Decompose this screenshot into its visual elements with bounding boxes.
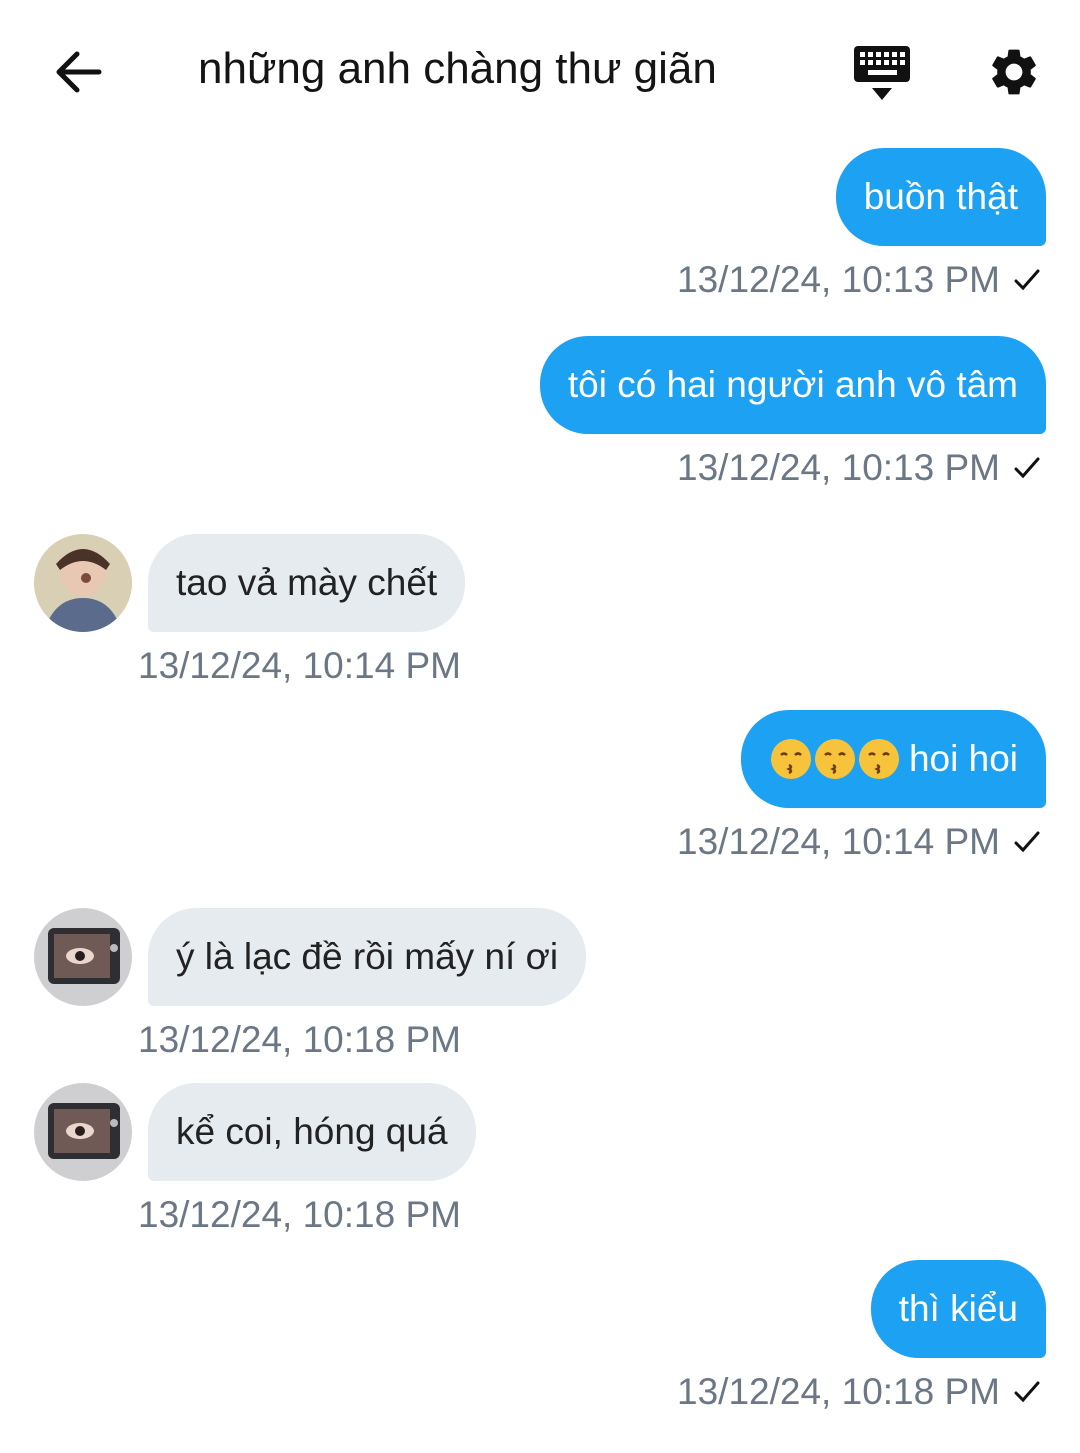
keyboard-icon <box>854 46 910 100</box>
checkmark-icon <box>1010 263 1044 297</box>
avatar[interactable] <box>34 1083 132 1181</box>
outgoing-message: tôi có hai người anh vô tâm 13/12/24, 10… <box>539 336 1046 490</box>
message-timestamp: 13/12/24, 10:18 PM <box>138 1019 461 1060</box>
message-text: hoi hoi <box>908 738 1018 779</box>
message-list[interactable]: buồn thật 13/12/24, 10:13 PM tôi có hai … <box>0 145 1080 1453</box>
conversation-title: những anh chàng thư giãn <box>198 44 717 93</box>
message-bubble[interactable]: tôi có hai người anh vô tâm <box>539 336 1046 434</box>
message-text: kể coi, hóng quá <box>176 1111 448 1152</box>
incoming-message: tao vả mày chết 13/12/24, 10:14 PM <box>34 534 466 688</box>
checkmark-icon <box>1010 451 1044 485</box>
message-bubble[interactable]: thì kiểu <box>870 1260 1046 1358</box>
message-bubble[interactable]: ý là lạc đề rồi mấy ní ơi <box>148 908 587 1006</box>
settings-button[interactable] <box>982 40 1046 104</box>
message-timestamp: 13/12/24, 10:18 PM <box>677 1371 1000 1412</box>
avatar[interactable] <box>34 908 132 1006</box>
outgoing-message: thì kiểu 13/12/24, 10:18 PM <box>677 1260 1046 1414</box>
message-bubble[interactable]: hoi hoi <box>740 710 1046 808</box>
message-timestamp: 13/12/24, 10:18 PM <box>138 1194 461 1235</box>
message-timestamp: 13/12/24, 10:13 PM <box>677 259 1000 300</box>
outgoing-message: hoi hoi 13/12/24, 10:14 PM <box>677 710 1046 864</box>
chat-header: những anh chàng thư giãn <box>0 0 1080 145</box>
keyboard-button[interactable] <box>846 40 918 106</box>
message-bubble[interactable]: buồn thật <box>835 148 1046 246</box>
message-timestamp: 13/12/24, 10:14 PM <box>677 821 1000 862</box>
message-timestamp: 13/12/24, 10:13 PM <box>677 447 1000 488</box>
message-text: thì kiểu <box>898 1288 1018 1329</box>
incoming-message: ý là lạc đề rồi mấy ní ơi 13/12/24, 10:1… <box>34 908 587 1062</box>
message-text: tao vả mày chết <box>176 562 438 603</box>
message-text: ý là lạc đề rồi mấy ní ơi <box>176 936 559 977</box>
arrow-left-icon <box>56 51 102 93</box>
outgoing-message: buồn thật 13/12/24, 10:13 PM <box>677 148 1046 302</box>
message-text: tôi có hai người anh vô tâm <box>567 364 1018 405</box>
message-timestamp: 13/12/24, 10:14 PM <box>138 645 461 686</box>
message-bubble[interactable]: tao vả mày chết <box>148 534 466 632</box>
gear-icon <box>992 49 1036 95</box>
incoming-message: kể coi, hóng quá 13/12/24, 10:18 PM <box>34 1083 476 1237</box>
message-bubble[interactable]: kể coi, hóng quá <box>148 1083 476 1181</box>
checkmark-icon <box>1010 1375 1044 1409</box>
checkmark-icon <box>1010 825 1044 859</box>
kissing-emoji-icon <box>769 737 901 781</box>
avatar[interactable] <box>34 534 132 632</box>
message-text: buồn thật <box>863 176 1018 217</box>
back-button[interactable] <box>48 42 108 102</box>
